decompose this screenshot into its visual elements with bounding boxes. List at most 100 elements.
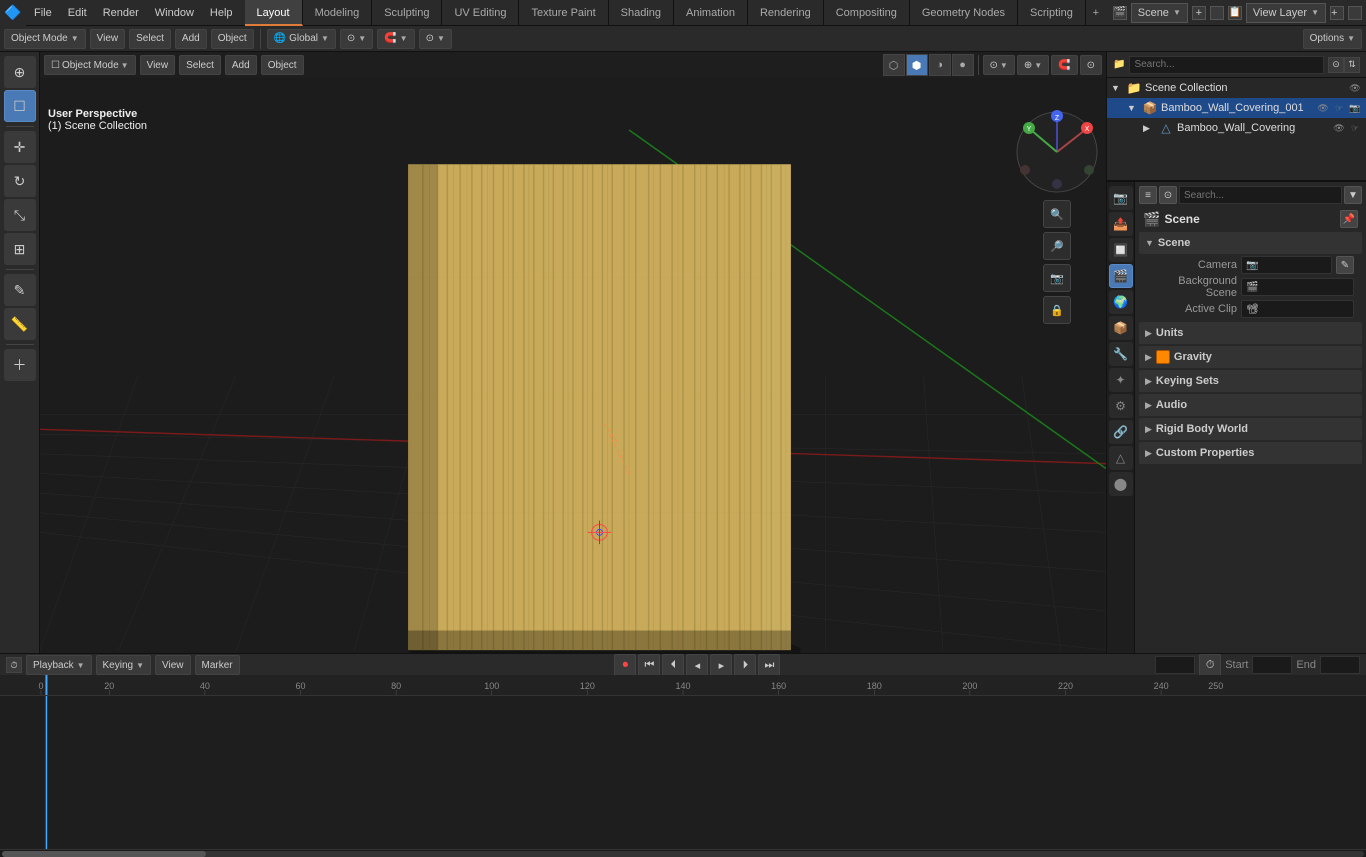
prop-icon-2[interactable]: ⊙ [1159, 186, 1177, 204]
hide-bamboo-mesh-icon[interactable]: 👁 [1332, 121, 1346, 135]
timeline-ruler-area[interactable]: 0 20 40 60 80 100 120 140 160 180 200 22… [0, 676, 1366, 857]
viewport-canvas[interactable]: User Perspective (1) Scene Collection Z [40, 78, 1106, 653]
navigation-gizmo[interactable]: Z X Y [1013, 108, 1101, 196]
prop-tab-physics[interactable]: ⚙ [1109, 394, 1133, 418]
select-bamboo-001-icon[interactable]: ☞ [1332, 101, 1346, 115]
scene-selector-icon[interactable]: 🎬 [1113, 6, 1127, 20]
camera-value[interactable]: 📷 [1241, 256, 1332, 274]
camera-view-btn[interactable]: 📷 [1043, 264, 1071, 292]
menu-render[interactable]: Render [95, 0, 147, 26]
collapse-bamboo-mesh-icon[interactable]: ▶ [1143, 123, 1155, 134]
viewport-select-btn[interactable]: Select [179, 55, 221, 75]
outliner-item-bamboo-001[interactable]: ▼ 📦 Bamboo_Wall_Covering_001 👁 ☞ 📷 [1107, 98, 1366, 118]
view-menu-timeline[interactable]: View [155, 655, 191, 675]
gravity-enabled-checkbox[interactable] [1156, 350, 1170, 364]
prop-tab-constraints[interactable]: 🔗 [1109, 420, 1133, 444]
move-tool[interactable]: ✛ [4, 131, 36, 163]
prop-tab-modifier[interactable]: 🔧 [1109, 342, 1133, 366]
view-layer-delete-icon[interactable] [1348, 6, 1362, 20]
prop-tab-particles[interactable]: ✦ [1109, 368, 1133, 392]
prop-tab-material[interactable]: ⬤ [1109, 472, 1133, 496]
outliner-item-scene-collection[interactable]: ▼ 📁 Scene Collection 👁 [1107, 78, 1366, 98]
add-menu[interactable]: Add [175, 29, 207, 49]
viewport-overlay-toggle[interactable]: ⊙ ▼ [983, 55, 1015, 75]
object-mode-selector[interactable]: Object Mode ▼ [4, 29, 86, 49]
viewport-object-btn[interactable]: Object [261, 55, 304, 75]
prop-filter-btn[interactable]: ▼ [1344, 186, 1362, 204]
rotate-tool[interactable]: ↻ [4, 165, 36, 197]
wireframe-mode-btn[interactable]: ⬡ [883, 54, 905, 76]
solid-mode-btn[interactable]: ⬢ [906, 54, 928, 76]
transform-pivot-selector[interactable]: ⊙ ▼ [340, 29, 373, 49]
scene-selector[interactable]: Scene ▼ [1131, 3, 1188, 23]
zoom-out-btn[interactable]: 🔎 [1043, 232, 1071, 260]
fps-indicator[interactable]: ⏱ [1199, 654, 1221, 676]
collapse-scene-collection-icon[interactable]: ▼ [1111, 83, 1123, 93]
view-layer-icon[interactable]: 📋 [1228, 6, 1242, 20]
select-box-tool[interactable]: ☐ [4, 90, 36, 122]
frame-start-input[interactable]: 1 [1252, 656, 1292, 674]
outliner-item-bamboo-mesh[interactable]: ▶ △ Bamboo_Wall_Covering 👁 ☞ [1107, 118, 1366, 138]
snap-toggle[interactable]: 🧲 ▼ [377, 29, 414, 49]
tab-scripting[interactable]: Scripting [1018, 0, 1086, 26]
view-layer-add-icon[interactable]: + [1330, 6, 1344, 20]
tab-animation[interactable]: Animation [674, 0, 748, 26]
render-bamboo-001-icon[interactable]: 📷 [1348, 101, 1362, 115]
annotate-tool[interactable]: ✎ [4, 274, 36, 306]
background-scene-value[interactable]: 🎬 [1241, 278, 1354, 296]
prop-tab-data[interactable]: △ [1109, 446, 1133, 470]
add-object-tool[interactable]: ＋ [4, 349, 36, 381]
outliner-search-input[interactable] [1129, 56, 1324, 74]
frame-end-input[interactable]: 250 [1320, 656, 1360, 674]
add-workspace-tab-button[interactable]: + [1086, 3, 1106, 23]
options-button[interactable]: Options ▼ [1303, 29, 1362, 49]
cursor-tool[interactable]: ⊕ [4, 56, 36, 88]
marker-menu[interactable]: Marker [195, 655, 240, 675]
play-forward-btn[interactable]: ▸ [710, 654, 732, 676]
jump-start-btn[interactable]: ⏮ [638, 654, 660, 676]
scene-section-header[interactable]: ▼ Scene [1139, 232, 1362, 254]
view-layer-selector[interactable]: View Layer ▼ [1246, 3, 1326, 23]
menu-window[interactable]: Window [147, 0, 202, 26]
gravity-section-header[interactable]: ▶ Gravity [1139, 346, 1362, 368]
prop-tab-render[interactable]: 📷 [1109, 186, 1133, 210]
proportional-edit-toggle[interactable]: ⊙ ▼ [419, 29, 452, 49]
keying-menu[interactable]: Keying ▼ [96, 655, 152, 675]
prop-icon-1[interactable]: ≡ [1139, 186, 1157, 204]
prop-tab-object[interactable]: 📦 [1109, 316, 1133, 340]
camera-edit-icon[interactable]: ✎ [1336, 256, 1354, 274]
scene-delete-icon[interactable] [1210, 6, 1224, 20]
timeline-scrollbar[interactable] [0, 849, 1366, 857]
viewport-snap-toggle[interactable]: 🧲 [1051, 55, 1077, 75]
units-section-header[interactable]: ▶ Units [1139, 322, 1362, 344]
prop-tab-view-layer[interactable]: 🔲 [1109, 238, 1133, 262]
object-menu[interactable]: Object [211, 29, 254, 49]
jump-end-btn[interactable]: ⏭ [758, 654, 780, 676]
viewport-proportional-toggle[interactable]: ⊙ [1080, 55, 1102, 75]
audio-section-header[interactable]: ▶ Audio [1139, 394, 1362, 416]
view-menu[interactable]: View [90, 29, 126, 49]
viewport-view-btn[interactable]: View [140, 55, 176, 75]
prop-tab-output[interactable]: 📤 [1109, 212, 1133, 236]
viewport-area[interactable]: ☐ Object Mode ▼ View Select Add Object ⬡ [40, 52, 1106, 653]
rendered-mode-btn[interactable]: ● [952, 54, 974, 76]
active-clip-value[interactable]: 📽 [1241, 300, 1354, 318]
play-reverse-btn[interactable]: ◂ [686, 654, 708, 676]
tab-compositing[interactable]: Compositing [824, 0, 910, 26]
collapse-bamboo-001-icon[interactable]: ▼ [1127, 103, 1139, 113]
timeline-scrollbar-thumb[interactable] [2, 851, 206, 857]
menu-file[interactable]: File [26, 0, 60, 26]
custom-props-section-header[interactable]: ▶ Custom Properties [1139, 442, 1362, 464]
hide-scene-collection-icon[interactable]: 👁 [1348, 81, 1362, 95]
prop-tab-scene[interactable]: 🎬 [1109, 264, 1133, 288]
playback-menu[interactable]: Playback ▼ [26, 655, 92, 675]
timeline-track[interactable] [0, 696, 1366, 849]
record-button[interactable]: ⏺ [614, 654, 636, 676]
outliner-sort-btn[interactable]: ⇅ [1344, 57, 1360, 73]
hide-bamboo-001-icon[interactable]: 👁 [1316, 101, 1330, 115]
select-bamboo-mesh-icon[interactable]: ☞ [1348, 121, 1362, 135]
lock-camera-btn[interactable]: 🔒 [1043, 296, 1071, 324]
tab-shading[interactable]: Shading [609, 0, 674, 26]
scale-tool[interactable]: ⤡ [4, 199, 36, 231]
tab-modeling[interactable]: Modeling [303, 0, 373, 26]
